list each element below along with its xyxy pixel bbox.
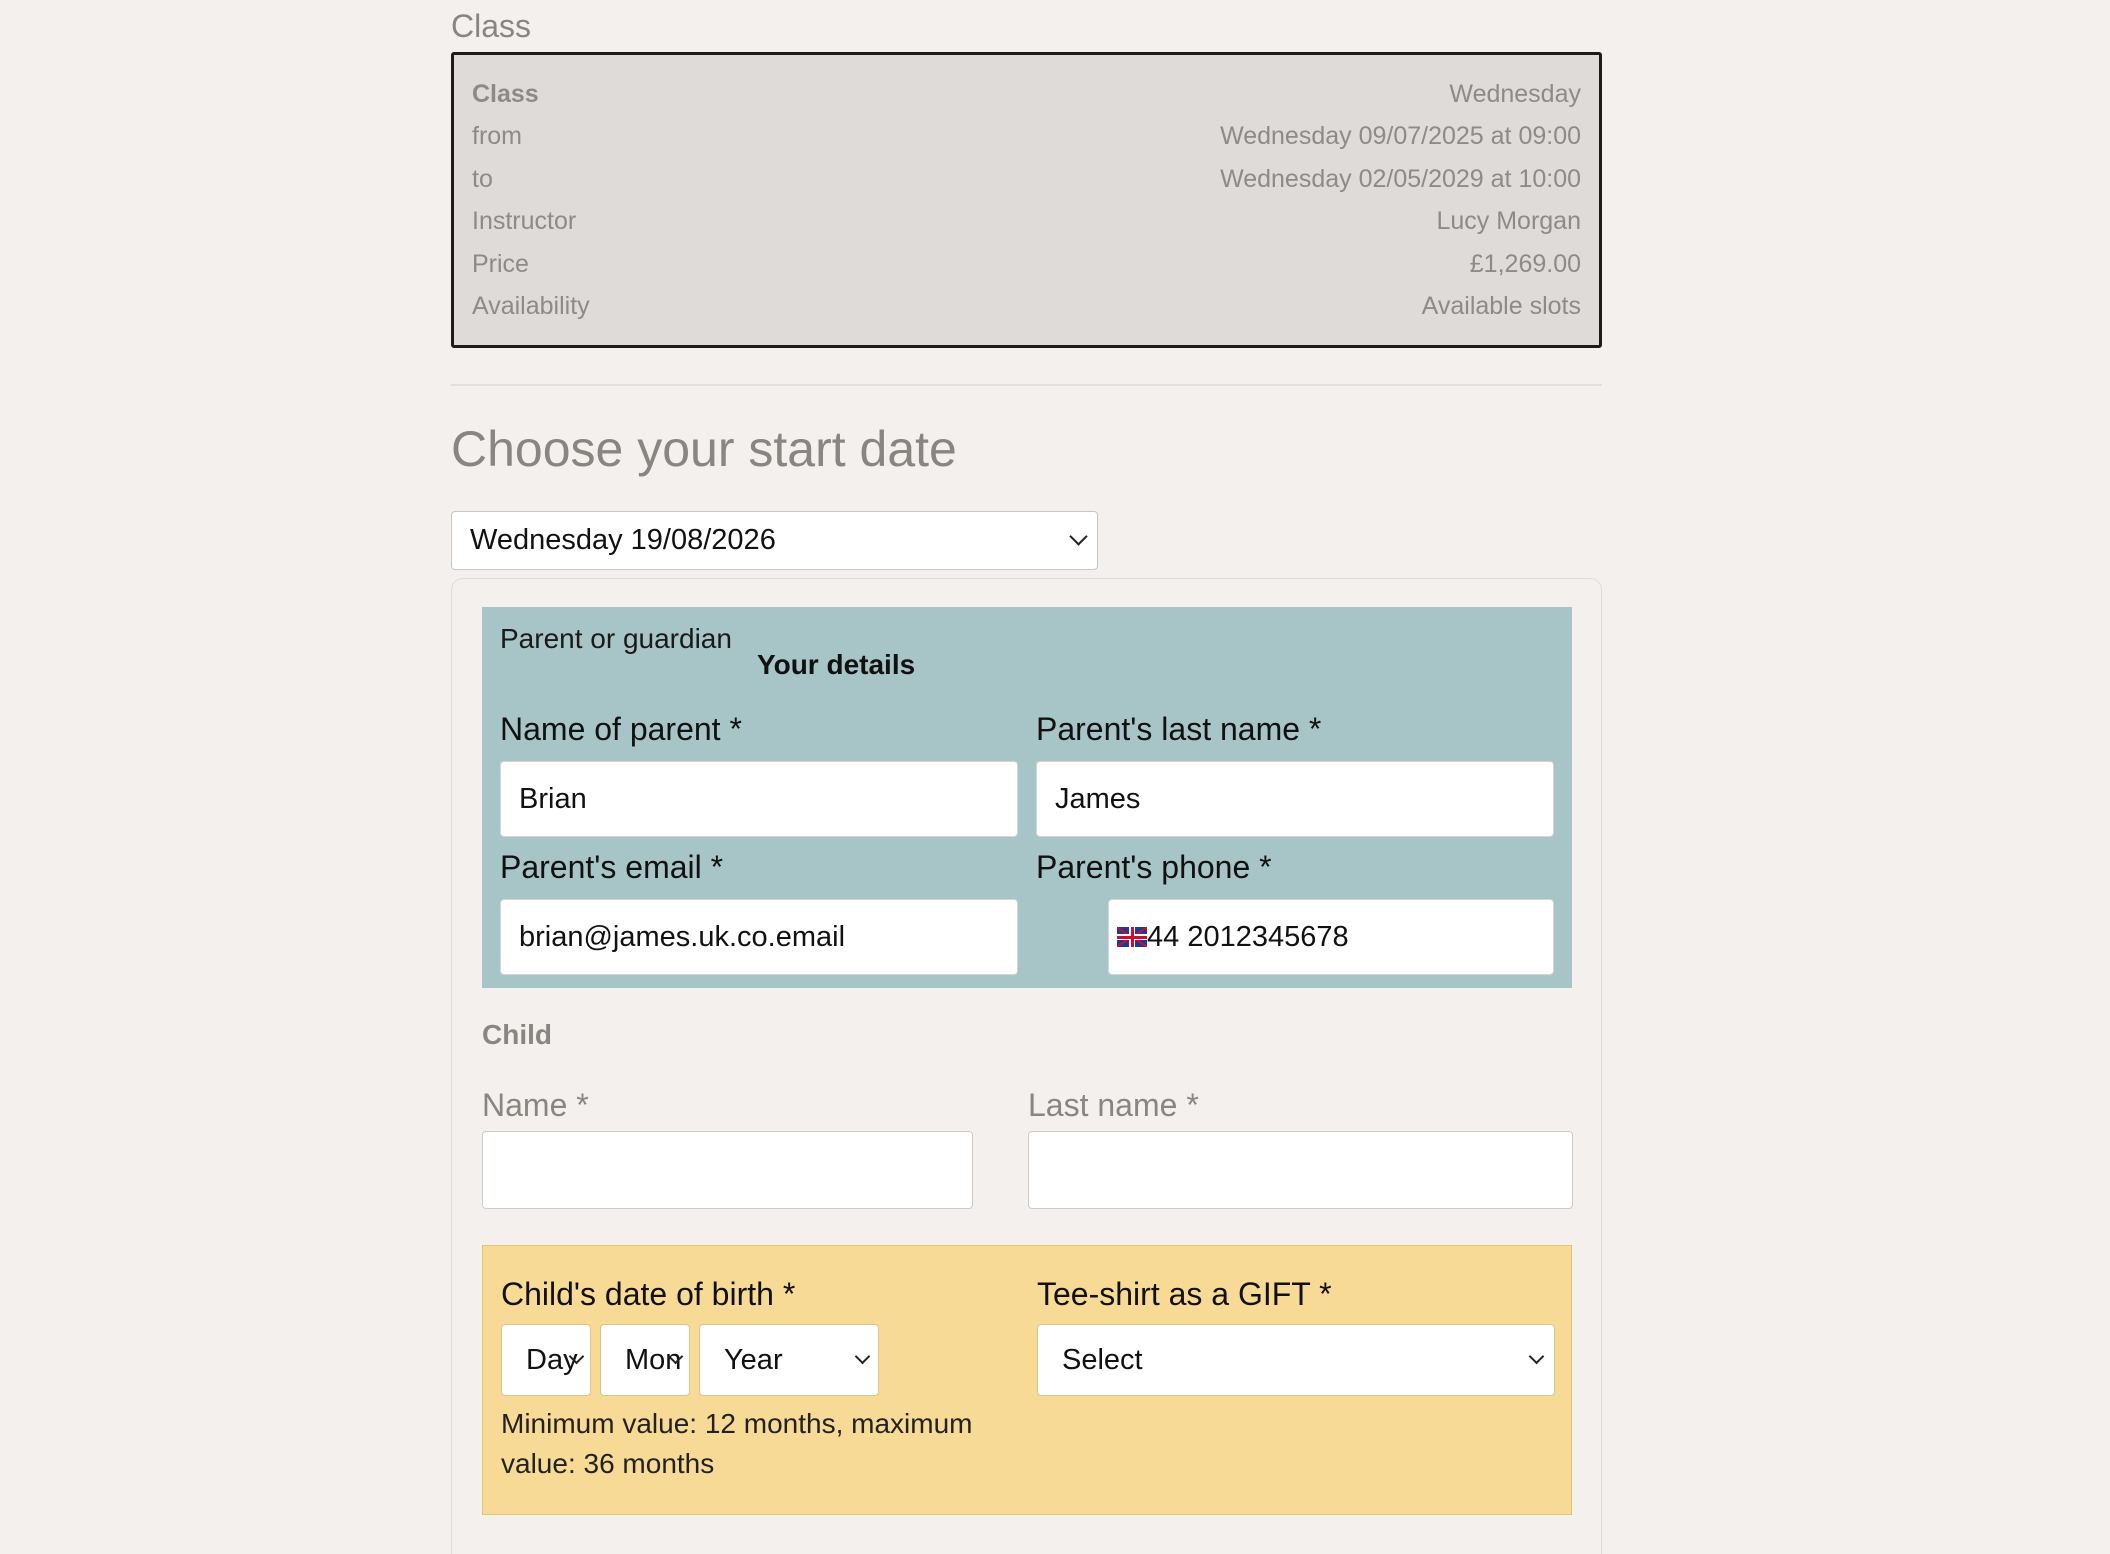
start-date-selected: Wednesday 19/08/2026 — [470, 524, 776, 556]
section-divider — [451, 384, 1602, 386]
parent-phone-value: 44 2012345678 — [1147, 920, 1349, 953]
tshirt-label: Tee-shirt as a GIFT * — [1037, 1276, 1332, 1312]
booking-form: Parent or guardian Your details Name of … — [451, 578, 1602, 1554]
class-summary-card: Class Wednesday from Wednesday 09/07/202… — [451, 52, 1602, 348]
parent-last-name-label: Parent's last name * — [1036, 711, 1322, 747]
class-row-value: Wednesday — [1449, 79, 1581, 108]
dob-year-placeholder: Year — [724, 1343, 783, 1376]
start-date-title: Choose your start date — [451, 421, 957, 477]
dob-year-select[interactable]: Year — [699, 1324, 879, 1396]
tshirt-select[interactable]: Select — [1037, 1324, 1555, 1396]
chevron-down-icon — [854, 1348, 871, 1365]
class-row-price: Price £1,269.00 — [472, 243, 1581, 286]
class-row-key: from — [472, 122, 522, 151]
parent-first-name-input[interactable]: Brian — [500, 761, 1018, 837]
class-row-value: Lucy Morgan — [1436, 207, 1581, 236]
class-row-value: Wednesday 02/05/2029 at 10:00 — [1220, 164, 1581, 193]
chevron-down-icon — [1069, 527, 1088, 546]
child-dob-panel: Child's date of birth * Day Mon Year Min… — [482, 1245, 1572, 1515]
parent-details-panel: Parent or guardian Your details Name of … — [482, 607, 1572, 988]
child-section-heading: Child — [482, 1019, 552, 1050]
dob-hint: Minimum value: 12 months, maximum value:… — [501, 1408, 973, 1479]
class-row-value: Wednesday 09/07/2025 at 09:00 — [1220, 122, 1581, 151]
parent-last-name-value: James — [1055, 782, 1141, 815]
class-row-from: from Wednesday 09/07/2025 at 09:00 — [472, 116, 1581, 159]
your-details-heading: Your details — [757, 649, 916, 680]
class-row-key: Class — [472, 79, 539, 108]
class-row-value: £1,269.00 — [1469, 249, 1581, 278]
class-section-label: Class — [451, 8, 532, 44]
class-row-key: Instructor — [472, 207, 577, 236]
class-row-to: to Wednesday 02/05/2029 at 10:00 — [472, 158, 1581, 201]
parent-email-label: Parent's email * — [500, 849, 724, 885]
parent-first-name-label: Name of parent * — [500, 711, 742, 747]
child-name-label: Name * — [482, 1087, 589, 1123]
parent-section-label: Parent or guardian — [500, 623, 732, 654]
class-row-availability: Availability Available slots — [472, 286, 1581, 329]
chevron-down-icon — [1528, 1348, 1545, 1365]
child-name-input[interactable] — [482, 1131, 973, 1209]
tshirt-selected: Select — [1062, 1343, 1143, 1376]
child-last-name-label: Last name * — [1028, 1087, 1199, 1123]
child-last-name-input[interactable] — [1028, 1131, 1573, 1209]
parent-phone-input[interactable]: 44 2012345678 — [1108, 899, 1554, 975]
parent-email-input[interactable]: brian@james.uk.co.email — [500, 899, 1018, 975]
start-date-select[interactable]: Wednesday 19/08/2026 — [451, 511, 1098, 570]
dob-day-placeholder: Day — [526, 1343, 578, 1376]
class-row-key: Price — [472, 249, 529, 278]
child-dob-label: Child's date of birth * — [501, 1276, 796, 1312]
class-row-value: Available slots — [1421, 292, 1581, 321]
dob-month-select[interactable]: Mon — [600, 1324, 690, 1396]
class-row-instructor: Instructor Lucy Morgan — [472, 201, 1581, 244]
parent-first-name-value: Brian — [519, 782, 587, 815]
uk-flag-icon[interactable] — [1117, 927, 1147, 947]
parent-last-name-input[interactable]: James — [1036, 761, 1554, 837]
parent-email-value: brian@james.uk.co.email — [519, 920, 846, 953]
class-row-key: to — [472, 164, 493, 193]
dob-day-select[interactable]: Day — [501, 1324, 591, 1396]
parent-phone-label: Parent's phone * — [1036, 849, 1272, 885]
class-row-key: Availability — [472, 292, 590, 321]
class-row-class: Class Wednesday — [472, 73, 1581, 116]
